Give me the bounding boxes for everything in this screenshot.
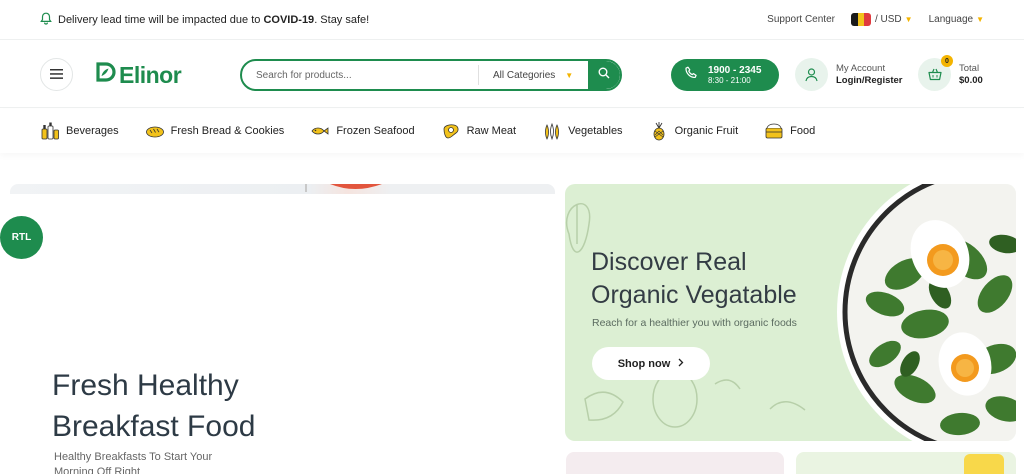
hotline-hours: 8:30 - 21:00 bbox=[708, 75, 751, 85]
search-input[interactable] bbox=[242, 61, 478, 89]
bread-icon bbox=[145, 121, 165, 141]
bell-icon bbox=[40, 12, 52, 28]
delivery-notice: Delivery lead time will be impacted due … bbox=[40, 12, 369, 28]
category-label: Vegetables bbox=[568, 125, 623, 137]
chevron-down-icon: ▼ bbox=[904, 15, 913, 24]
promo-card[interactable] bbox=[796, 452, 1016, 474]
category-organic-fruit[interactable]: Organic Fruit bbox=[649, 121, 739, 141]
search-bar: All Categories ▼ bbox=[240, 59, 622, 91]
account-link[interactable]: My Account Login/Register bbox=[795, 58, 903, 91]
main-header: Elinor All Categories ▼ 1900 - 2345 8:30… bbox=[0, 41, 1024, 108]
hotline-number: 1900 - 2345 bbox=[708, 64, 762, 76]
category-label: Frozen Seafood bbox=[336, 125, 415, 137]
category-vegetables[interactable]: Vegetables bbox=[542, 121, 623, 141]
pineapple-icon bbox=[649, 121, 669, 141]
language-label: Language bbox=[928, 14, 974, 25]
hamburger-icon bbox=[50, 66, 63, 84]
cart-total-label: Total bbox=[959, 62, 980, 74]
chevron-right-icon bbox=[678, 358, 684, 370]
chevron-down-icon: ▼ bbox=[976, 15, 984, 24]
support-center-link[interactable]: Support Center bbox=[767, 14, 835, 25]
category-label: Fresh Bread & Cookies bbox=[170, 125, 285, 137]
category-frozen-seafood[interactable]: Frozen Seafood bbox=[310, 121, 415, 141]
category-nav: Beverages Fresh Bread & Cookies Frozen S… bbox=[0, 109, 1024, 153]
food-box-icon bbox=[764, 121, 784, 141]
notice-highlight: COVID-19 bbox=[263, 13, 315, 26]
category-food[interactable]: Food bbox=[764, 121, 815, 141]
notice-text-end: . Stay safe! bbox=[314, 13, 370, 26]
category-select-label: All Categories bbox=[493, 69, 556, 81]
shop-now-button[interactable]: Shop now bbox=[592, 347, 710, 380]
chevron-down-icon: ▼ bbox=[565, 70, 574, 80]
cart-total-amount: $0.00 bbox=[959, 74, 983, 86]
menu-button[interactable] bbox=[40, 58, 73, 91]
currency-selector[interactable]: / USD ▼ bbox=[850, 13, 913, 26]
hotline-button[interactable]: 1900 - 2345 8:30 - 21:00 bbox=[671, 59, 779, 91]
phone-icon bbox=[685, 66, 698, 84]
category-label: Raw Meat bbox=[466, 125, 517, 137]
belgium-flag-icon bbox=[850, 13, 871, 26]
category-label: Organic Fruit bbox=[674, 125, 739, 137]
category-select[interactable]: All Categories ▼ bbox=[478, 65, 588, 85]
account-label: My Account bbox=[836, 62, 886, 74]
currency-label: / USD bbox=[874, 14, 902, 25]
category-beverages[interactable]: Beverages bbox=[40, 121, 119, 141]
bottles-icon bbox=[40, 121, 60, 141]
cart-count-badge: 0 bbox=[941, 55, 953, 67]
fish-icon bbox=[310, 121, 330, 141]
user-icon bbox=[795, 58, 828, 91]
rtl-toggle-button[interactable]: RTL bbox=[0, 216, 43, 259]
cart-button[interactable]: 0 Total $0.00 bbox=[918, 55, 983, 91]
hero-subtitle: Healthy Breakfasts To Start Your Morning… bbox=[54, 451, 213, 474]
promo-card[interactable] bbox=[566, 452, 784, 474]
logo-text: Elinor bbox=[119, 61, 182, 88]
basket-icon: 0 bbox=[918, 55, 953, 91]
category-label: Food bbox=[790, 125, 816, 137]
login-register-link[interactable]: Login/Register bbox=[836, 75, 903, 87]
hero-banner-main[interactable]: Fresh Healthy Breakfast Food Healthy Bre… bbox=[10, 184, 555, 474]
meat-icon bbox=[441, 121, 461, 141]
category-fresh-bread-cookies[interactable]: Fresh Bread & Cookies bbox=[145, 121, 285, 141]
promo-product-image bbox=[964, 454, 1004, 474]
search-icon bbox=[598, 66, 610, 84]
vegetables-icon bbox=[542, 121, 562, 141]
leaf-logo-icon bbox=[95, 61, 117, 89]
category-label: Beverages bbox=[66, 125, 119, 137]
side-banner-subtitle: Reach for a healthier you with organic f… bbox=[592, 317, 797, 329]
notice-text: Delivery lead time will be impacted due … bbox=[58, 13, 264, 26]
site-logo[interactable]: Elinor bbox=[95, 61, 182, 89]
hero-title: Fresh Healthy Breakfast Food bbox=[52, 369, 256, 443]
language-selector[interactable]: Language ▼ bbox=[929, 14, 984, 25]
shop-now-label: Shop now bbox=[617, 357, 671, 370]
side-banner-title: Discover Real Organic Vegatable bbox=[591, 248, 797, 309]
search-button[interactable] bbox=[588, 61, 620, 89]
category-raw-meat[interactable]: Raw Meat bbox=[441, 121, 517, 141]
salad-illustration bbox=[566, 184, 1016, 441]
hero-banner-side[interactable]: Discover Real Organic Vegatable Reach fo… bbox=[565, 184, 1016, 441]
top-bar: Delivery lead time will be impacted due … bbox=[0, 0, 1024, 40]
